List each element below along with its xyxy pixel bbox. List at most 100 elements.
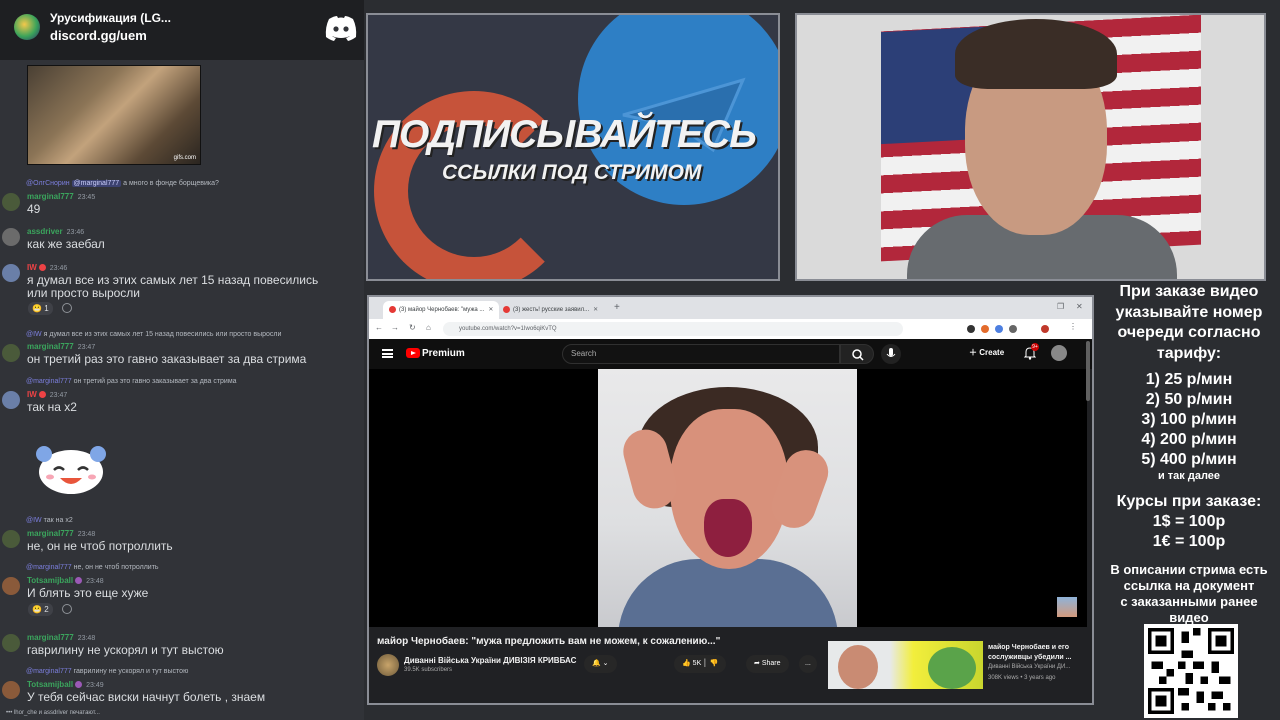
message-text: он третий раз это гавно заказывает за дв… [27, 352, 307, 366]
home-icon[interactable]: ⌂ [426, 323, 431, 332]
channel-avatar[interactable] [377, 654, 399, 676]
discord-header: Урусификация (LG... discord.gg/uem [0, 0, 364, 60]
message-text: не, он не чтоб потроллить [27, 539, 173, 553]
youtube-logo-icon[interactable] [406, 348, 420, 358]
recommended-video-meta: 308K views • 3 years ago [988, 675, 1056, 681]
restore-window-icon[interactable]: ❐ [1057, 302, 1064, 311]
avatar[interactable] [2, 193, 20, 211]
youtube-favicon-icon [389, 305, 396, 313]
role-badge-icon [38, 264, 46, 272]
voice-search-button[interactable] [881, 344, 901, 364]
reply-preview[interactable]: @marginal777 гаврилину не ускорял и тут … [26, 668, 188, 675]
hamburger-menu-icon[interactable] [382, 349, 393, 358]
username[interactable]: Totsamijball 23:48 [27, 576, 104, 585]
youtube-masthead: Premium Search ＋ Create 9+ [369, 339, 1092, 369]
address-bar[interactable]: youtube.com/watch?v=1Iwo6qiKvTQ [443, 322, 903, 336]
extension-icon[interactable] [995, 325, 1003, 333]
avatar[interactable] [2, 344, 20, 362]
browser-menu-icon[interactable]: ⋮ [1069, 322, 1077, 331]
server-icon[interactable] [14, 14, 40, 40]
create-button[interactable]: ＋ Create [969, 347, 1004, 358]
gif-embed[interactable]: gifs.com [27, 65, 201, 165]
webcam-feed [795, 13, 1266, 281]
reply-preview[interactable]: @IW так на x2 [26, 517, 73, 524]
promo-subline: ССЫЛКИ ПОД СТРИМОМ [442, 161, 702, 184]
avatar[interactable] [2, 264, 20, 282]
reaction-pill[interactable]: 😬 2 [28, 603, 53, 616]
notifications-toggle-button[interactable]: 🔔 ⌄ [584, 655, 617, 673]
channel-name[interactable]: Диванні Війська України ДИВІЗІЯ КРИВБАС [404, 656, 576, 665]
woman-body [618, 559, 838, 627]
stream-layout: Урусификация (LG... discord.gg/uem gifs.… [0, 0, 1280, 720]
reply-preview[interactable]: @marginal777 он третий раз это гавно зак… [26, 378, 237, 385]
close-tab-icon[interactable]: ✕ [488, 307, 493, 313]
message-text: как же заебал [27, 237, 105, 251]
video-frame-screaming-woman [598, 369, 857, 627]
username[interactable]: marginal777 23:48 [27, 529, 95, 538]
reload-icon[interactable]: ↻ [409, 323, 416, 332]
tab-youtube-second[interactable]: (3) жесть! русские заявил... ✕ [497, 301, 604, 319]
username[interactable]: IW 23:47 [27, 390, 67, 399]
reply-preview[interactable]: @marginal777 не, он не чтоб потроллить [26, 564, 159, 571]
youtube-brand[interactable]: Premium [422, 348, 465, 359]
recommended-video-title[interactable]: майор Чернобаев и его сослуживцы убедили… [988, 643, 1084, 663]
add-reaction-icon[interactable] [62, 303, 72, 313]
account-avatar[interactable] [1051, 345, 1067, 361]
discord-logo-icon [325, 16, 357, 41]
woman-mouth [704, 499, 752, 557]
tab-strip: (3) майор Чернобаев: "мужа ... ✕ (3) жест… [369, 297, 1092, 319]
reaction-pill[interactable]: 😬 1 [28, 302, 53, 315]
message-text-line2: или просто выросли [27, 286, 141, 300]
close-tab-icon[interactable]: ✕ [593, 307, 598, 313]
sticker-image[interactable] [32, 440, 110, 498]
notification-count-badge: 9+ [1031, 343, 1039, 351]
tab-youtube-video[interactable]: (3) майор Чернобаев: "мужа ... ✕ [383, 301, 500, 319]
reply-preview[interactable]: @IW я думал все из этих самых лет 15 наз… [26, 331, 281, 338]
tariff-list: 1) 25 р/мин 2) 50 р/мин 3) 100 р/мин 4) 200… [1141, 371, 1237, 468]
extension-icon[interactable] [981, 325, 989, 333]
promo-headline: ПОДПИСЫВАЙТЕСЬ [372, 113, 757, 156]
channel-subscribers: 39.5K subscribers [404, 667, 453, 673]
extensions-puzzle-icon[interactable] [1009, 325, 1017, 333]
message-text: 49 [27, 202, 41, 216]
server-title: Урусификация (LG... [50, 11, 171, 25]
recommended-video-channel[interactable]: Диванні Війська України ДИ... [988, 664, 1070, 670]
like-button[interactable]: 👍 5K │ 👎 [674, 655, 727, 673]
exchange-rates: Курсы при заказе: 1$ = 100р 1€ = 100р [1116, 493, 1262, 550]
extension-icon[interactable] [967, 325, 975, 333]
back-icon[interactable]: ← [375, 323, 383, 332]
username[interactable]: marginal777 23:47 [27, 342, 95, 351]
description-note: В описании стрима есть ссылка на документ… [1110, 562, 1268, 625]
username[interactable]: Totsamijball 23:49 [27, 680, 104, 689]
username[interactable]: IW 23:46 [27, 263, 67, 272]
avatar[interactable] [2, 530, 20, 548]
info-heading: При заказе видео указывайте номер очереди … [1115, 283, 1263, 362]
forward-icon[interactable]: → [391, 323, 399, 332]
username[interactable]: assdriver 23:46 [27, 227, 84, 236]
avatar[interactable] [2, 577, 20, 595]
avatar[interactable] [2, 634, 20, 652]
recommended-video-thumbnail[interactable] [828, 641, 983, 689]
reply-preview[interactable]: @ОлгСнорин @marginal777 а много в фонде … [26, 180, 219, 187]
add-reaction-icon[interactable] [62, 604, 72, 614]
avatar[interactable] [2, 681, 20, 699]
player-corner-thumbnail[interactable] [1057, 597, 1077, 617]
avatar[interactable] [2, 391, 20, 409]
close-window-icon[interactable]: ✕ [1076, 302, 1083, 311]
search-input[interactable]: Search [562, 344, 840, 364]
username[interactable]: marginal777 23:48 [27, 633, 95, 642]
page-scrollbar[interactable] [1086, 341, 1090, 401]
message-text: И блять это еще хуже [27, 586, 149, 600]
username[interactable]: marginal777 23:45 [27, 192, 95, 201]
video-player[interactable] [369, 369, 1087, 627]
profile-icon[interactable] [1041, 325, 1049, 333]
avatar[interactable] [2, 228, 20, 246]
microphone-icon [886, 348, 896, 357]
new-tab-icon[interactable]: + [614, 302, 620, 313]
more-actions-button[interactable]: ... [799, 655, 817, 673]
share-button[interactable]: ➦ Share [746, 655, 789, 673]
search-button[interactable] [840, 344, 874, 364]
rec-thumb-character [928, 647, 976, 689]
message-text: так на x2 [27, 400, 77, 414]
discord-chat: Урусификация (LG... discord.gg/uem gifs.… [0, 0, 364, 720]
